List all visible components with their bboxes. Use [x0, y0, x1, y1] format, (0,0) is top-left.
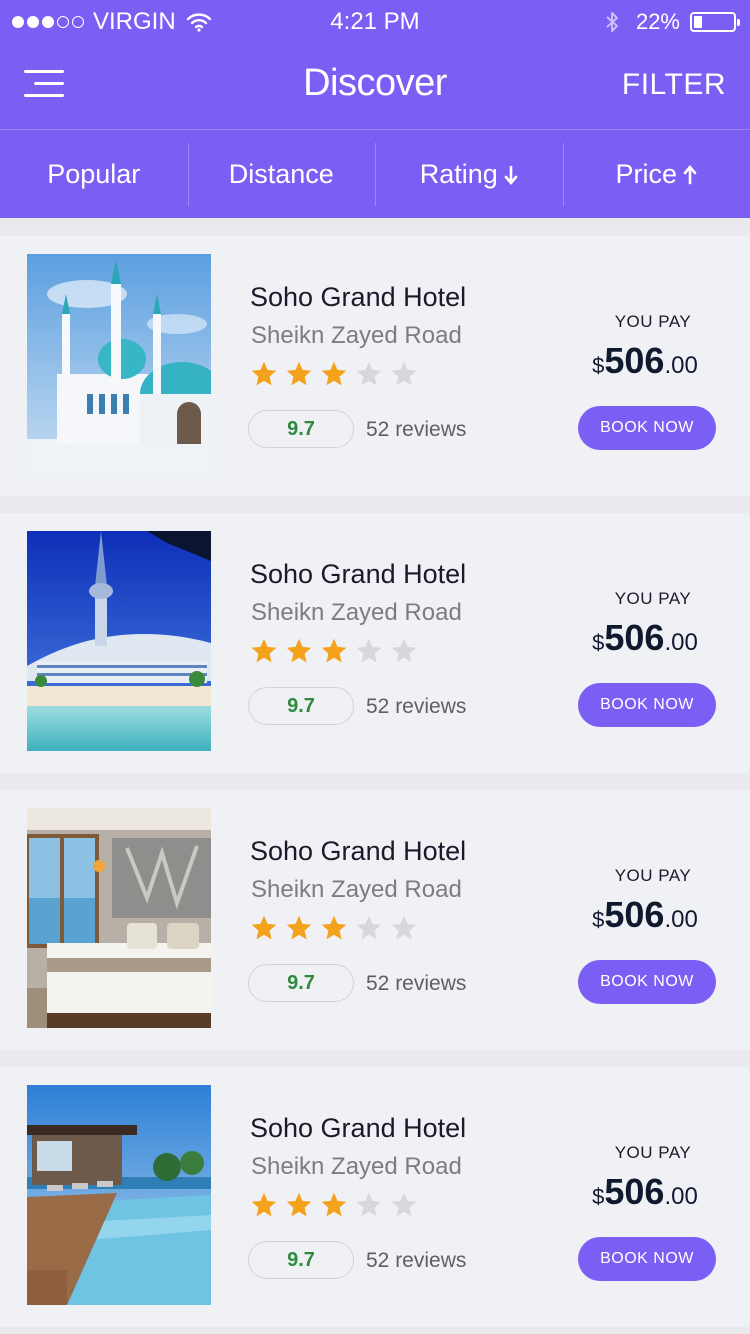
star-filled-icon [321, 1192, 347, 1217]
price: $506.00 [560, 894, 730, 936]
review-count[interactable]: 52 reviews [366, 418, 466, 442]
star-filled-icon [286, 1192, 312, 1217]
bluetooth-icon [606, 12, 618, 32]
sort-tab-label: Distance [228, 159, 334, 189]
hotel-name[interactable]: Soho Grand Hotel [250, 1113, 466, 1144]
review-count[interactable]: 52 reviews [366, 695, 466, 719]
hotel-card[interactable]: Soho Grand Hotel Sheikn Zayed Road 9.7 5… [0, 513, 750, 773]
star-empty-icon [391, 638, 417, 663]
hotel-card[interactable]: Soho Grand Hotel Sheikn Zayed Road 9.7 5… [0, 1067, 750, 1327]
sort-tab-rating[interactable]: Rating [375, 131, 563, 218]
hotel-photo-infinity-pool [27, 1085, 211, 1305]
hotel-card[interactable]: Soho Grand Hotel Sheikn Zayed Road 9.7 5… [0, 790, 750, 1050]
hotel-address: Sheikn Zayed Road [251, 322, 462, 349]
navigation-bar: Discover FILTER [0, 44, 750, 130]
app-header: VIRGIN 4:21 PM 22% Discover FILTER Popul… [0, 0, 750, 218]
star-rating [250, 914, 425, 942]
star-empty-icon [391, 1192, 417, 1217]
hotel-card[interactable]: Soho Grand Hotel Sheikn Zayed Road 9.7 5… [0, 236, 750, 496]
hotel-name[interactable]: Soho Grand Hotel [250, 836, 466, 867]
hotel-name[interactable]: Soho Grand Hotel [250, 559, 466, 590]
rating-score: 9.7 [248, 687, 354, 725]
review-count[interactable]: 52 reviews [366, 1249, 466, 1273]
book-now-button[interactable]: BOOK NOW [578, 406, 716, 450]
sort-tab-label: Popular [47, 159, 141, 189]
book-now-button[interactable]: BOOK NOW [578, 683, 716, 727]
sort-tab-label: Rating [419, 159, 498, 189]
hotel-list: Soho Grand Hotel Sheikn Zayed Road 9.7 5… [0, 236, 750, 1334]
hotel-name[interactable]: Soho Grand Hotel [250, 282, 466, 313]
star-empty-icon [356, 915, 382, 940]
pay-label: YOU PAY [614, 1143, 692, 1162]
arrow-up-icon [683, 164, 697, 184]
price-currency: $ [592, 907, 605, 932]
star-empty-icon [356, 638, 382, 663]
star-filled-icon [321, 361, 347, 386]
sort-tabs: Popular Distance Rating Price [0, 131, 750, 218]
battery-percent: 22% [635, 9, 680, 34]
price: $506.00 [560, 340, 730, 382]
price-amount: 506 [604, 617, 665, 658]
hotel-photo-mosque [27, 254, 211, 474]
rating-score: 9.7 [248, 410, 354, 448]
price-cents: .00 [664, 352, 698, 379]
star-filled-icon [286, 915, 312, 940]
star-filled-icon [251, 361, 277, 386]
battery-level [694, 16, 703, 28]
star-filled-icon [286, 638, 312, 663]
star-filled-icon [251, 915, 277, 940]
star-filled-icon [251, 1192, 277, 1217]
sort-tab-price[interactable]: Price [562, 131, 750, 218]
hotel-photo-bedroom [27, 808, 211, 1028]
hotel-address: Sheikn Zayed Road [251, 599, 462, 626]
pay-label: YOU PAY [614, 312, 692, 331]
rating-score: 9.7 [248, 1241, 354, 1279]
price-amount: 506 [604, 340, 665, 381]
price-cents: .00 [664, 629, 698, 656]
sort-tab-popular[interactable]: Popular [0, 131, 188, 218]
filter-button[interactable]: FILTER [622, 68, 726, 102]
status-right: 22% [604, 8, 740, 36]
rating-score: 9.7 [248, 964, 354, 1002]
star-rating [250, 637, 425, 665]
arrow-down-icon [504, 165, 518, 185]
star-empty-icon [356, 361, 382, 386]
book-now-button[interactable]: BOOK NOW [578, 1237, 716, 1281]
price-currency: $ [592, 630, 605, 655]
price: $506.00 [560, 1171, 730, 1213]
hotel-address: Sheikn Zayed Road [251, 876, 462, 903]
star-filled-icon [321, 638, 347, 663]
price: $506.00 [560, 617, 730, 659]
hotel-photo-beach-resort [27, 531, 211, 751]
star-empty-icon [391, 361, 417, 386]
price-cents: .00 [664, 906, 698, 933]
star-filled-icon [286, 361, 312, 386]
star-empty-icon [356, 1192, 382, 1217]
book-now-button[interactable]: BOOK NOW [578, 960, 716, 1004]
review-count[interactable]: 52 reviews [366, 972, 466, 996]
price-currency: $ [592, 1184, 605, 1209]
sort-tab-label: Price [615, 159, 677, 189]
price-currency: $ [592, 353, 605, 378]
star-filled-icon [251, 638, 277, 663]
star-filled-icon [321, 915, 347, 940]
battery-icon [690, 12, 740, 32]
hotel-address: Sheikn Zayed Road [251, 1153, 462, 1180]
status-bar: VIRGIN 4:21 PM 22% [0, 0, 750, 44]
star-rating [250, 360, 425, 388]
pay-label: YOU PAY [614, 589, 692, 608]
star-rating [250, 1191, 425, 1219]
sort-tab-distance[interactable]: Distance [187, 131, 376, 218]
price-amount: 506 [604, 1171, 665, 1212]
price-amount: 506 [604, 894, 665, 935]
star-empty-icon [391, 915, 417, 940]
pay-label: YOU PAY [614, 866, 692, 885]
price-cents: .00 [664, 1183, 698, 1210]
